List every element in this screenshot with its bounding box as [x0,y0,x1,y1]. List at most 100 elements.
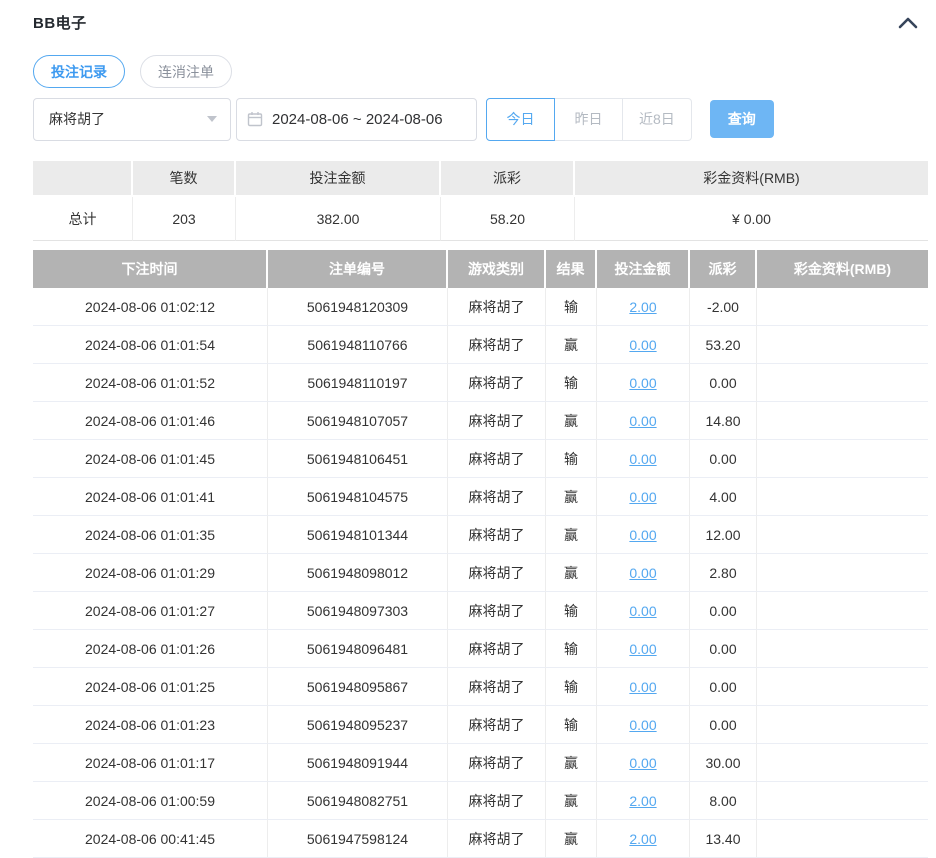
cell-bonus [757,744,928,782]
last-8-days-button-label: 近8日 [639,111,675,127]
bet-amount-link[interactable]: 0.00 [629,337,656,353]
cell-bet-time: 2024-08-06 01:01:23 [33,706,268,744]
cell-payout: -2.00 [690,288,757,326]
col-header-bet-amount: 投注金额 [597,250,690,288]
bet-amount-link[interactable]: 0.00 [629,641,656,657]
cell-result: 赢 [546,516,597,554]
cell-bet-amount: 0.00 [597,744,690,782]
calendar-icon [247,111,263,127]
cell-game-type: 麻将胡了 [448,706,546,744]
cell-result: 赢 [546,326,597,364]
cell-game-type: 麻将胡了 [448,326,546,364]
tab-cancelled-orders[interactable]: 连消注单 [140,55,232,88]
cell-bonus [757,516,928,554]
summary-header-count: 笔数 [133,161,236,197]
cell-order-id: 5061948082751 [268,782,448,820]
bet-amount-link[interactable]: 2.00 [629,299,656,315]
cell-bet-amount: 0.00 [597,402,690,440]
cell-result: 赢 [546,478,597,516]
cell-payout: 0.00 [690,668,757,706]
cell-result: 输 [546,592,597,630]
cell-order-id: 5061948095867 [268,668,448,706]
summary-header-bonus: 彩金资料(RMB) [575,161,928,197]
col-header-game-type: 游戏类别 [448,250,546,288]
cell-bet-amount: 0.00 [597,630,690,668]
bet-amount-link[interactable]: 2.00 [629,831,656,847]
cell-bonus [757,630,928,668]
cell-bonus [757,668,928,706]
table-row: 2024-08-06 01:01:52 5061948110197 麻将胡了输 0.0… [33,364,928,402]
cell-payout: 30.00 [690,744,757,782]
cell-game-type: 麻将胡了 [448,478,546,516]
bet-amount-link[interactable]: 0.00 [629,679,656,695]
cell-payout: 0.00 [690,706,757,744]
cell-order-id: 5061948091944 [268,744,448,782]
cell-result: 赢 [546,782,597,820]
bet-amount-link[interactable]: 0.00 [629,413,656,429]
today-button[interactable]: 今日 [486,97,555,141]
cell-bet-time: 2024-08-06 01:01:29 [33,554,268,592]
bet-amount-link[interactable]: 0.00 [629,451,656,467]
game-type-select[interactable]: 麻将胡了 [33,97,231,141]
cell-game-type: 麻将胡了 [448,668,546,706]
cell-order-id: 5061947598124 [268,820,448,858]
cell-game-type: 麻将胡了 [448,440,546,478]
date-quick-buttons: 今日 昨日 近8日 [486,97,692,141]
bet-amount-link[interactable]: 0.00 [629,565,656,581]
cell-bet-time: 2024-08-06 01:01:26 [33,630,268,668]
query-button[interactable]: 查询 [709,100,774,138]
cell-result: 输 [546,668,597,706]
cell-payout: 14.80 [690,402,757,440]
bet-amount-link[interactable]: 0.00 [629,375,656,391]
table-row: 2024-08-06 01:01:29 5061948098012 麻将胡了赢 0.0… [33,554,928,592]
cell-result: 输 [546,440,597,478]
col-header-payout: 派彩 [690,250,757,288]
bet-amount-link[interactable]: 0.00 [629,527,656,543]
cell-order-id: 5061948095237 [268,706,448,744]
table-row: 2024-08-06 01:01:23 5061948095237 麻将胡了输 0.0… [33,706,928,744]
bet-table-header-row: 下注时间 注单编号 游戏类别 结果 投注金额 派彩 彩金资料(RMB) [33,250,928,288]
collapse-panel-button[interactable] [896,15,920,31]
cell-order-id: 5061948096481 [268,630,448,668]
cell-bet-time: 2024-08-06 01:01:25 [33,668,268,706]
cell-bet-time: 2024-08-06 01:01:27 [33,592,268,630]
cell-bonus [757,554,928,592]
cell-bet-amount: 2.00 [597,782,690,820]
tab-bet-records[interactable]: 投注记录 [33,55,125,88]
cell-payout: 0.00 [690,592,757,630]
bet-amount-link[interactable]: 0.00 [629,603,656,619]
cell-game-type: 麻将胡了 [448,554,546,592]
col-header-result: 结果 [546,250,597,288]
cell-order-id: 5061948107057 [268,402,448,440]
bet-amount-link[interactable]: 0.00 [629,755,656,771]
record-tabs: 投注记录 连消注单 [33,55,928,88]
cell-bet-time: 2024-08-06 01:01:46 [33,402,268,440]
table-row: 2024-08-06 01:01:45 5061948106451 麻将胡了输 0.0… [33,440,928,478]
cell-game-type: 麻将胡了 [448,364,546,402]
today-button-label: 今日 [506,111,535,127]
cell-bet-amount: 0.00 [597,592,690,630]
yesterday-button[interactable]: 昨日 [554,97,623,141]
cell-result: 输 [546,706,597,744]
cell-result: 赢 [546,820,597,858]
cell-result: 输 [546,288,597,326]
cell-bet-time: 2024-08-06 01:01:35 [33,516,268,554]
bet-table: 下注时间 注单编号 游戏类别 结果 投注金额 派彩 彩金资料(RMB) 2024-08-06… [33,250,928,858]
cell-payout: 0.00 [690,364,757,402]
date-range-input[interactable]: 2024-08-06 ~ 2024-08-06 [236,97,477,141]
cell-bonus [757,478,928,516]
summary-total-bet-amount: 382.00 [236,197,441,241]
cell-bet-time: 2024-08-06 01:01:45 [33,440,268,478]
cell-bet-time: 2024-08-06 01:02:12 [33,288,268,326]
filter-bar: 麻将胡了 2024-08-06 ~ 2024-08-06 今日 昨日 近8日 查… [33,97,928,141]
col-header-bet-time: 下注时间 [33,250,268,288]
table-row: 2024-08-06 01:01:17 5061948091944 麻将胡了赢 0.0… [33,744,928,782]
bet-amount-link[interactable]: 2.00 [629,793,656,809]
cell-payout: 53.20 [690,326,757,364]
cell-bonus [757,440,928,478]
bet-amount-link[interactable]: 0.00 [629,717,656,733]
cell-bet-time: 2024-08-06 01:01:41 [33,478,268,516]
cell-result: 赢 [546,744,597,782]
bet-amount-link[interactable]: 0.00 [629,489,656,505]
last-8-days-button[interactable]: 近8日 [622,97,692,141]
